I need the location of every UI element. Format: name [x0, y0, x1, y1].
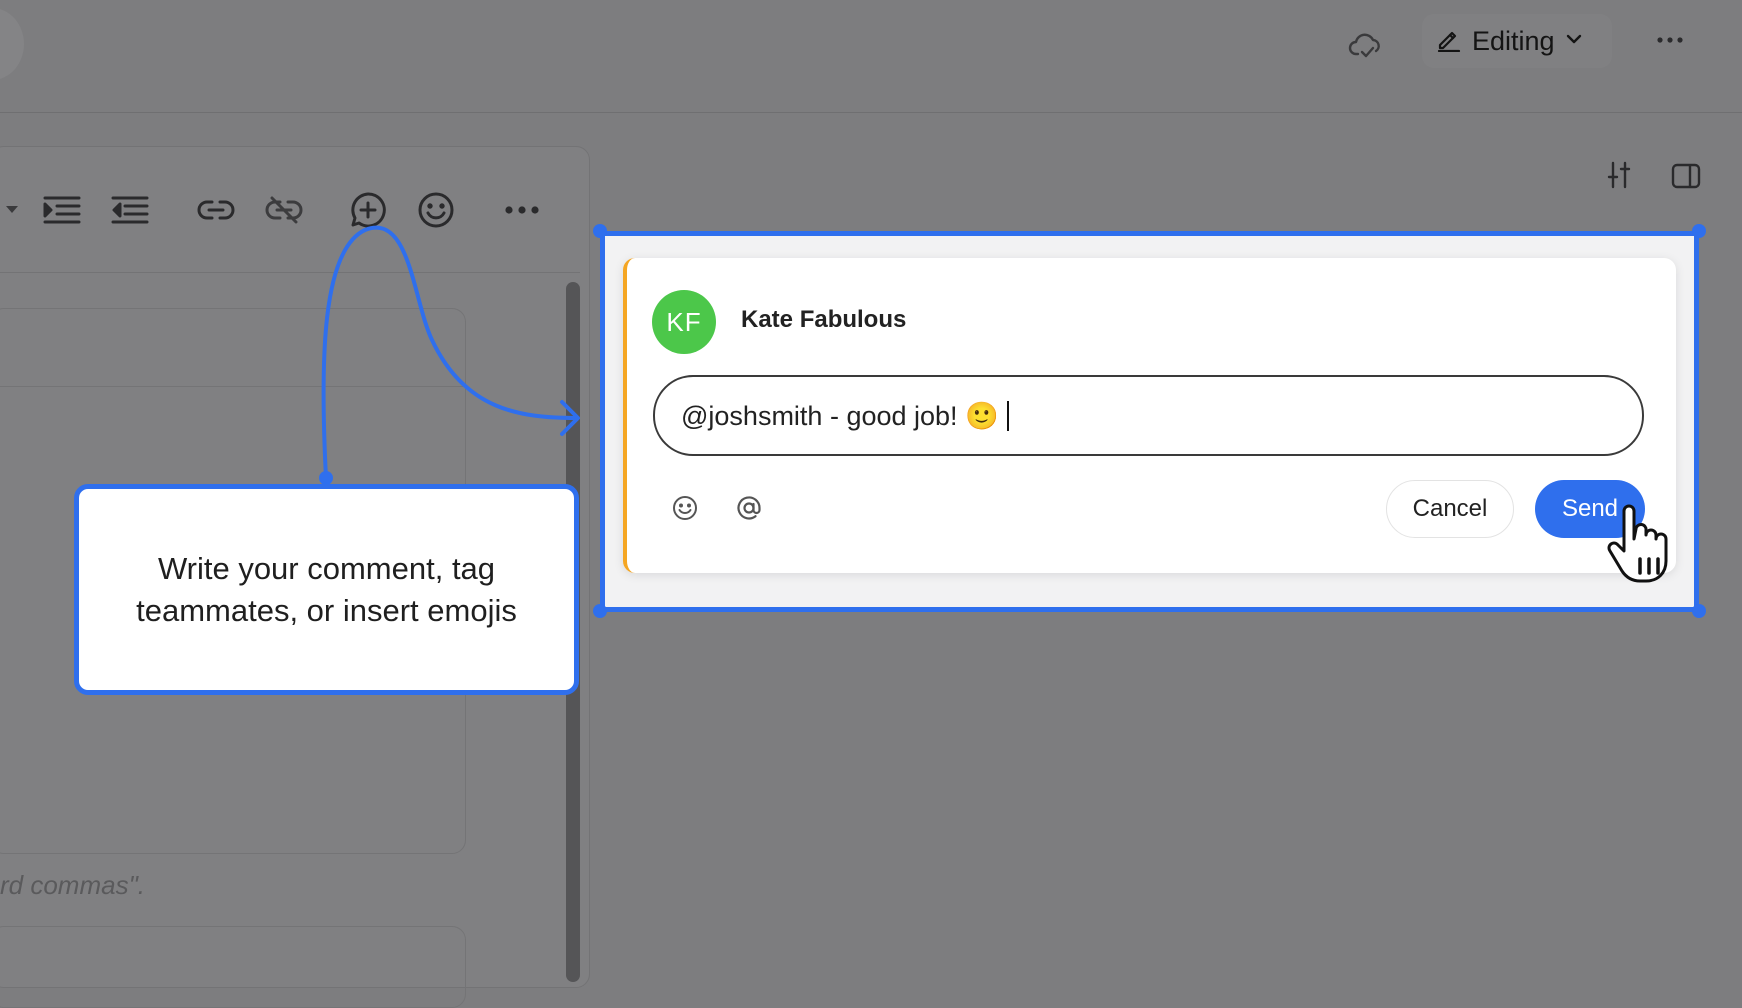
pencil-icon	[1436, 26, 1462, 57]
comment-input-value: @joshsmith - good job! 🙂	[681, 400, 999, 431]
dropdown-caret-icon[interactable]	[2, 182, 22, 238]
callout-text: Write your comment, tag teammates, or in…	[136, 550, 517, 628]
at-mention-icon[interactable]	[732, 491, 766, 525]
sliders-icon[interactable]	[1600, 156, 1638, 194]
avatar: KF	[652, 290, 716, 354]
emoji-icon[interactable]	[414, 182, 458, 238]
frame-handle	[593, 604, 607, 618]
mode-label: Editing	[1472, 25, 1555, 56]
frame-handle	[1692, 604, 1706, 618]
frame-handle	[1692, 224, 1706, 238]
unlink-icon[interactable]	[262, 182, 306, 238]
toolbar-divider	[0, 272, 580, 273]
cloud-sync-icon[interactable]	[1344, 24, 1388, 68]
editing-mode-dropdown[interactable]: Editing	[1422, 14, 1612, 68]
comment-input[interactable]: @joshsmith - good job! 🙂	[653, 375, 1644, 456]
comment-author: Kate Fabulous	[741, 306, 907, 333]
cancel-button[interactable]: Cancel	[1386, 480, 1514, 538]
emoji-icon[interactable]	[668, 491, 702, 525]
more-horizontal-icon[interactable]	[500, 182, 544, 238]
panel-toggle-icon[interactable]	[1666, 158, 1706, 194]
frame-handle	[593, 224, 607, 238]
outdent-icon[interactable]	[108, 182, 152, 238]
hand-cursor-icon	[1607, 504, 1668, 583]
text-caret	[1006, 400, 1009, 431]
field-divider	[0, 386, 464, 387]
editor-field[interactable]	[0, 926, 466, 1008]
add-comment-icon[interactable]	[346, 182, 390, 238]
tutorial-callout: Write your comment, tag teammates, or in…	[74, 484, 579, 695]
editor-toolbar	[0, 182, 580, 242]
chevron-down-icon	[1565, 32, 1583, 50]
indent-icon[interactable]	[40, 182, 84, 238]
field-hint-text: rd commas".	[0, 870, 146, 900]
more-options-icon[interactable]	[1648, 20, 1692, 60]
link-icon[interactable]	[194, 182, 238, 238]
